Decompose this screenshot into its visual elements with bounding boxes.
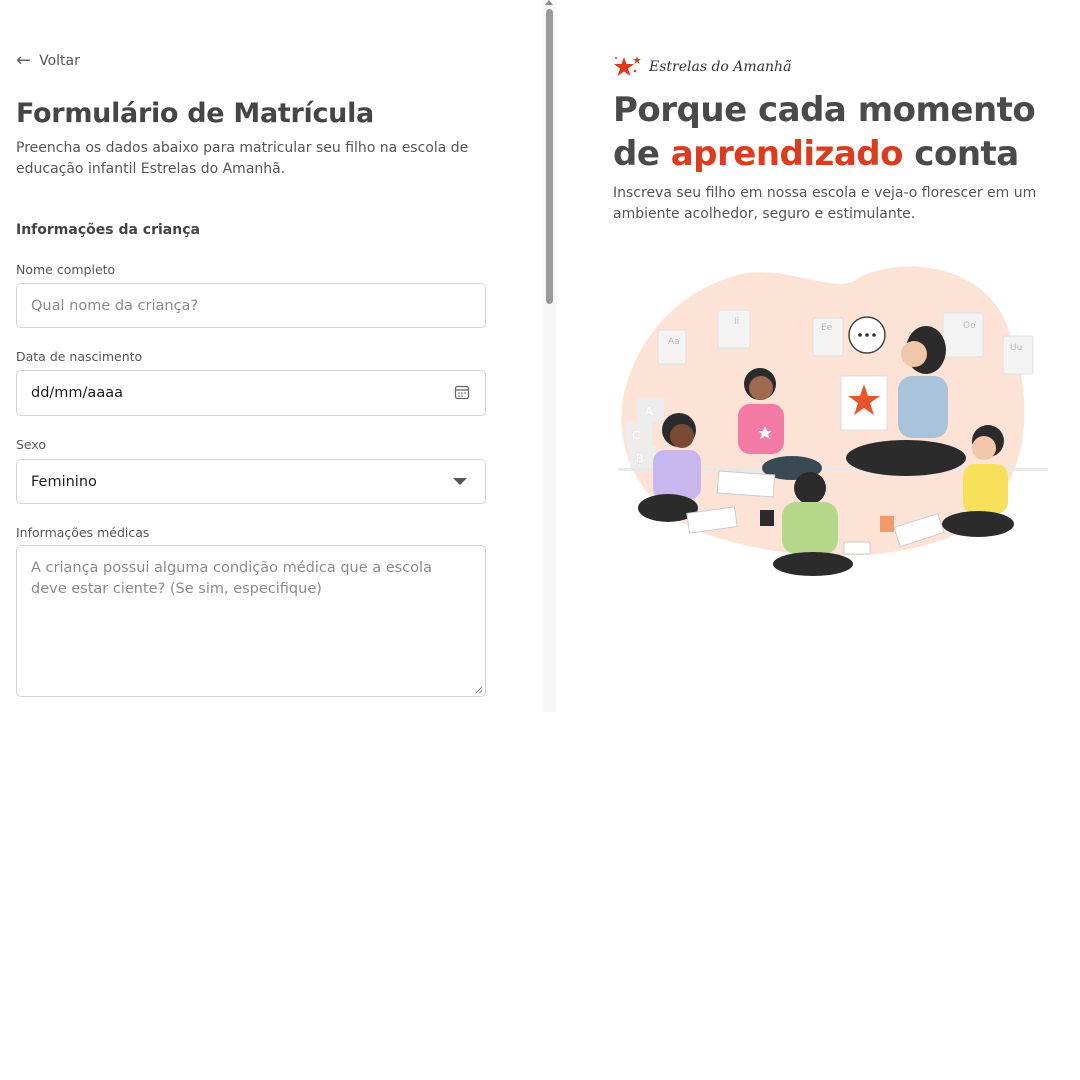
name-input[interactable]: Qual nome da criança? (16, 283, 486, 328)
scrollbar[interactable] (543, 0, 556, 712)
calendar-icon[interactable] (454, 384, 470, 400)
classroom-illustration: Aa Ii Ee Oo Uu A C B (618, 266, 1048, 576)
hero-subtitle: Inscreva seu filho em nossa escola e vej… (613, 185, 1037, 222)
svg-text:Aa: Aa (668, 337, 680, 347)
scroll-up-arrow-icon[interactable] (545, 0, 553, 5)
medical-placeholder: A criança possui alguma condição médica … (31, 560, 432, 597)
hero-title-accent: aprendizado (670, 134, 904, 174)
birthdate-value: dd/mm/aaaa (31, 385, 123, 401)
back-arrow-icon: ← (16, 50, 32, 71)
svg-text:Oo: Oo (963, 321, 976, 331)
svg-text:A: A (645, 405, 653, 418)
section-title-child-info: Informações da criança (16, 222, 200, 238)
stars-logo-icon (614, 56, 641, 76)
svg-text:Ii: Ii (734, 317, 739, 327)
birthdate-label: Data de nascimento (16, 349, 143, 364)
form-subtitle: Preencha os dados abaixo para matricular… (16, 140, 469, 177)
form-title: Formulário de Matrícula (16, 98, 374, 129)
brand-name: Estrelas do Amanhã (649, 59, 792, 75)
sex-select[interactable]: Feminino (16, 459, 486, 504)
svg-text:C: C (632, 429, 640, 442)
resize-handle-icon[interactable] (475, 686, 483, 694)
caret-down-icon (453, 478, 467, 485)
name-label: Nome completo (16, 262, 116, 277)
medical-label: Informações médicas (16, 525, 150, 540)
svg-text:Ee: Ee (821, 323, 833, 333)
name-placeholder: Qual nome da criança? (31, 297, 199, 314)
birthdate-input[interactable]: dd/mm/aaaa (16, 370, 486, 416)
hero-title: Porque cada momento de aprendizado conta (613, 88, 1073, 176)
scrollbar-thumb[interactable] (546, 9, 553, 304)
hero-title-part2: conta (902, 134, 1019, 174)
svg-text:Uu: Uu (1010, 343, 1022, 353)
enrollment-form-panel: ← Voltar Formulário de Matrícula Preench… (0, 0, 543, 712)
medical-textarea[interactable]: A criança possui alguma condição médica … (16, 545, 486, 697)
back-label: Voltar (39, 53, 80, 69)
brand-logo: Estrelas do Amanhã (613, 55, 791, 79)
sex-value: Feminino (31, 473, 97, 490)
svg-text:B: B (636, 452, 644, 465)
back-link[interactable]: ← Voltar (16, 52, 80, 70)
sex-label: Sexo (16, 437, 47, 452)
